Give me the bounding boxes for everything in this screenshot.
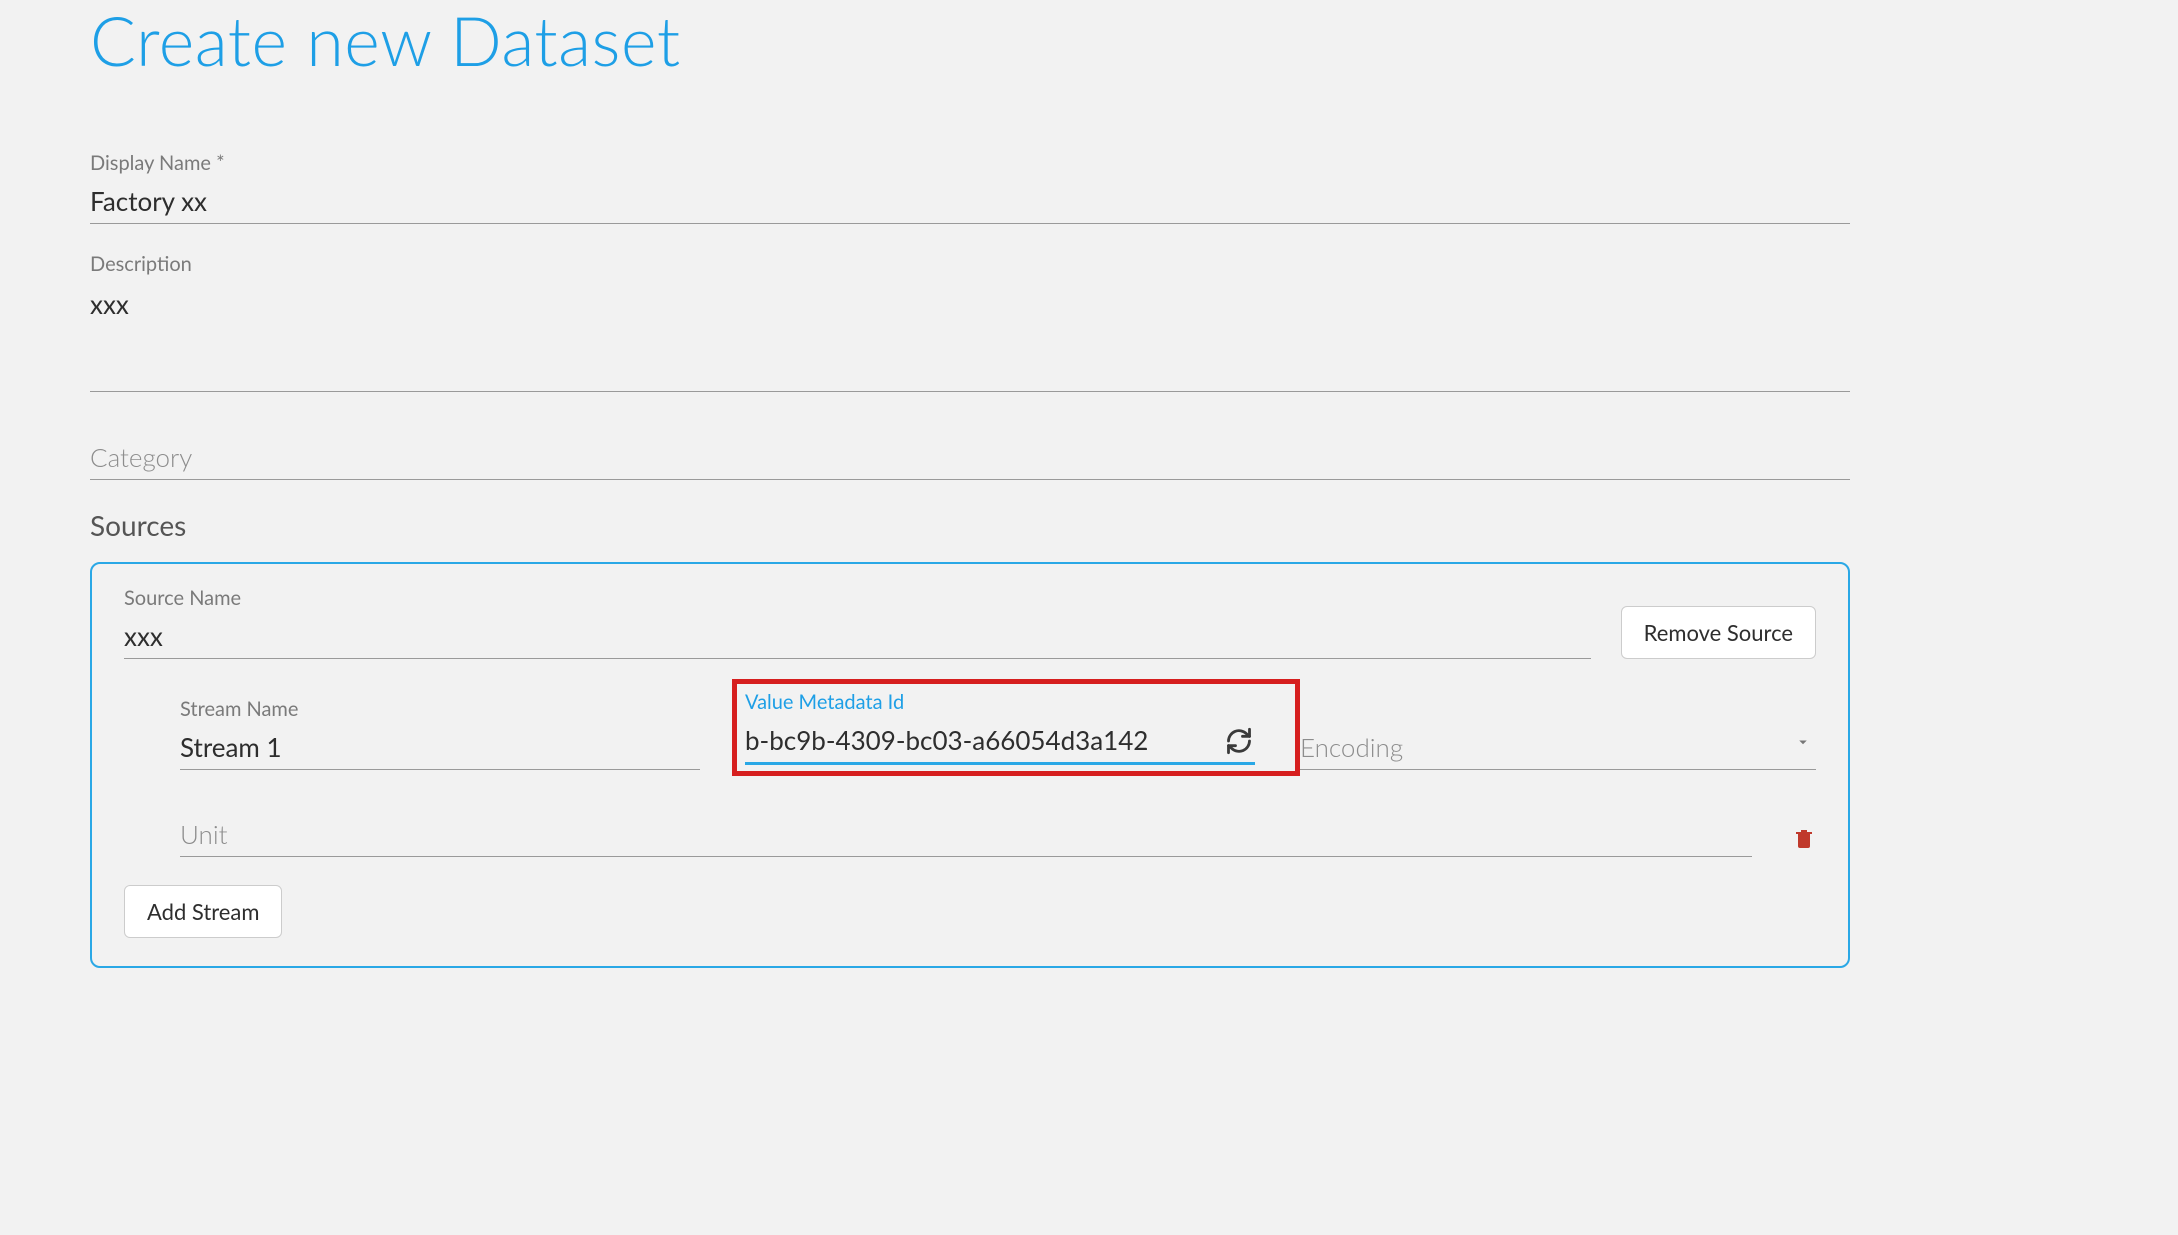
source-name-input[interactable] — [124, 616, 1591, 659]
value-metadata-id-input[interactable] — [745, 720, 1255, 765]
display-name-input[interactable] — [90, 181, 1850, 224]
metadata-highlight-box: Value Metadata Id — [732, 679, 1300, 776]
encoding-select[interactable] — [1300, 727, 1816, 770]
display-name-label: Display Name * — [90, 151, 1850, 175]
description-field: Description xxx — [90, 252, 1850, 397]
chevron-down-icon[interactable] — [1794, 731, 1812, 756]
trash-icon[interactable] — [1792, 826, 1816, 855]
category-input[interactable] — [90, 437, 1850, 480]
unit-input[interactable] — [180, 814, 1752, 857]
value-metadata-id-label: Value Metadata Id — [745, 690, 1255, 714]
stream-row: Stream Name Value Metadata Id — [180, 685, 1816, 770]
display-name-field: Display Name * — [90, 151, 1850, 224]
sources-panel: Source Name Remove Source Stream Name Va… — [90, 562, 1850, 968]
refresh-icon[interactable] — [1225, 727, 1255, 757]
stream-name-input[interactable] — [180, 727, 700, 770]
remove-source-button[interactable]: Remove Source — [1621, 606, 1816, 659]
add-stream-button[interactable]: Add Stream — [124, 885, 282, 938]
source-name-label: Source Name — [124, 586, 1591, 610]
description-label: Description — [90, 252, 1850, 276]
description-input[interactable]: xxx — [90, 282, 1850, 392]
sources-heading: Sources — [90, 508, 1850, 542]
category-field — [90, 437, 1850, 480]
stream-name-label: Stream Name — [180, 697, 700, 721]
page-title: Create new Dataset — [90, 0, 1850, 81]
